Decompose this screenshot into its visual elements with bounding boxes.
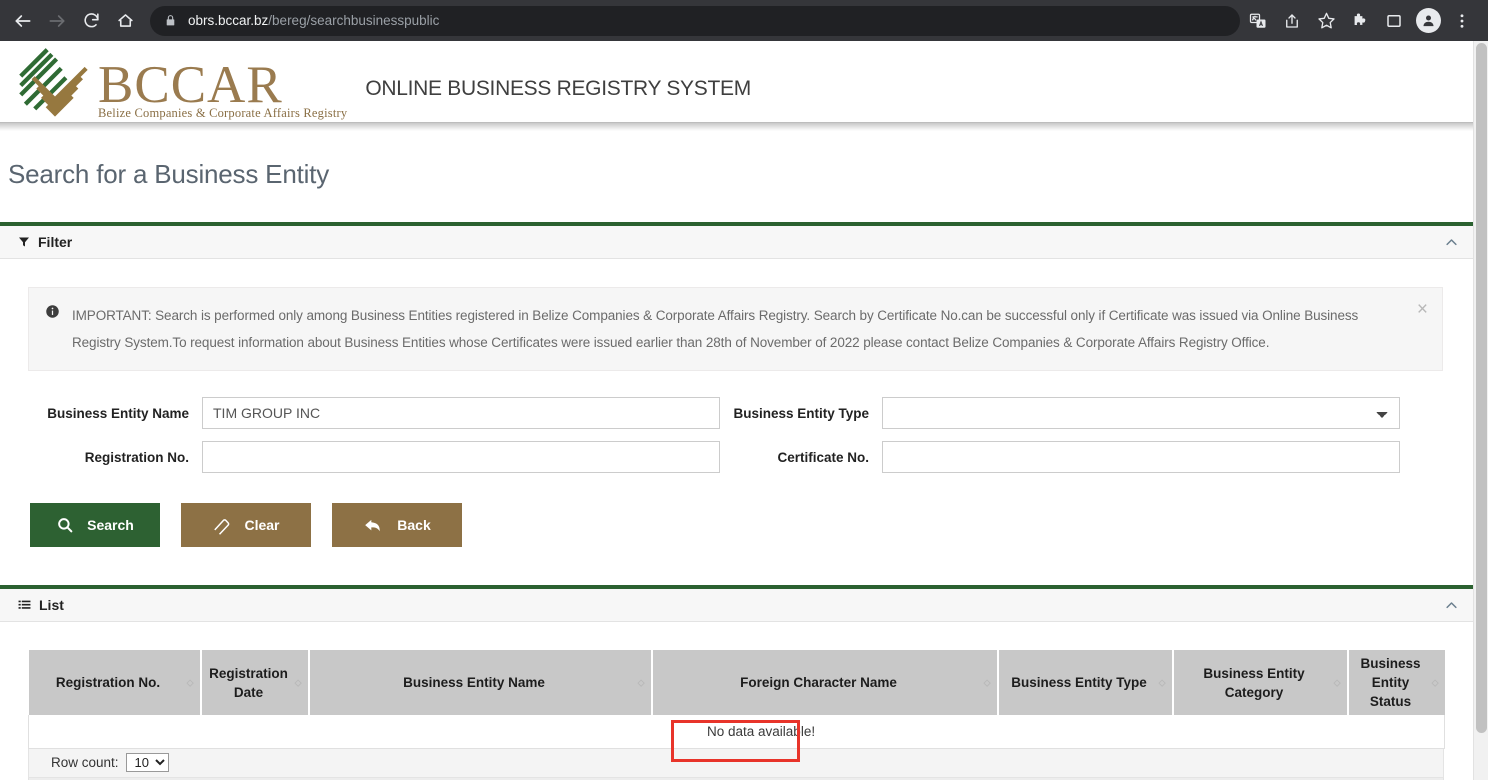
business-entity-type-select[interactable] bbox=[882, 397, 1400, 429]
search-form: Business Entity Name Business Entity Typ… bbox=[0, 371, 1473, 473]
search-button-label: Search bbox=[87, 517, 134, 533]
chevron-up-icon[interactable] bbox=[1444, 235, 1459, 250]
sort-indicator-icon: ◇ bbox=[637, 677, 645, 687]
translate-icon[interactable] bbox=[1242, 5, 1274, 37]
column-label: Business Entity Type bbox=[1011, 675, 1147, 690]
column-header-business-entity-name[interactable]: Business Entity Name ◇ bbox=[308, 650, 653, 715]
registration-no-label: Registration No. bbox=[84, 449, 189, 465]
filter-panel-body: IMPORTANT: Search is performed only amon… bbox=[0, 287, 1473, 585]
star-icon[interactable] bbox=[1310, 5, 1342, 37]
scrollbar-thumb[interactable] bbox=[1476, 43, 1487, 733]
three-dot-menu-icon[interactable] bbox=[1446, 5, 1478, 37]
puzzle-icon[interactable] bbox=[1344, 5, 1376, 37]
column-label: Business Entity Status bbox=[1360, 656, 1421, 709]
system-title: ONLINE BUSINESS REGISTRY SYSTEM bbox=[365, 77, 751, 100]
column-header-registration-no[interactable]: Registration No. ◇ bbox=[28, 650, 202, 715]
certificate-no-input[interactable] bbox=[882, 441, 1400, 473]
column-label: Registration Date bbox=[209, 665, 288, 700]
info-circle-icon bbox=[45, 304, 60, 356]
form-bottom-spacer bbox=[0, 547, 1473, 585]
filter-panel-label: Filter bbox=[38, 234, 73, 250]
sort-indicator-icon: ◇ bbox=[1158, 677, 1166, 687]
clear-button[interactable]: Clear bbox=[181, 503, 311, 547]
bccar-logo-text: BCCAR Belize Companies & Corporate Affai… bbox=[98, 55, 348, 121]
row-count-label: Row count: bbox=[51, 755, 119, 770]
back-button-label: Back bbox=[397, 517, 431, 533]
page-viewport: BCCAR Belize Companies & Corporate Affai… bbox=[0, 41, 1488, 780]
forward-arrow-icon[interactable] bbox=[40, 4, 74, 38]
results-table-wrapper: Registration No. ◇ Registration Date ◇ Bus… bbox=[0, 622, 1473, 780]
column-header-foreign-character-name[interactable]: Foreign Character Name ◇ bbox=[651, 650, 999, 715]
back-button[interactable]: Back bbox=[332, 503, 462, 547]
list-lines-icon bbox=[18, 599, 31, 612]
results-table-empty-row: No data available! bbox=[28, 715, 1445, 749]
column-header-business-entity-status[interactable]: Business Entity Status ◇ bbox=[1347, 650, 1445, 715]
browser-toolbar: obrs.bccar.bz/bereg/searchbusinesspublic bbox=[0, 0, 1488, 41]
back-curved-arrow-icon bbox=[363, 515, 384, 536]
bccar-logo[interactable]: BCCAR Belize Companies & Corporate Affai… bbox=[16, 45, 348, 121]
home-icon[interactable] bbox=[108, 4, 142, 38]
list-panel-header[interactable]: List bbox=[0, 589, 1473, 622]
site-header: BCCAR Belize Companies & Corporate Affai… bbox=[0, 41, 1473, 122]
row-count-select[interactable]: 10 bbox=[125, 753, 169, 772]
share-icon[interactable] bbox=[1276, 5, 1308, 37]
registration-no-input[interactable] bbox=[202, 441, 720, 473]
sort-indicator-icon: ◇ bbox=[294, 677, 302, 687]
url-host: obrs.bccar.bz bbox=[188, 13, 269, 28]
page-vertical-scrollbar[interactable] bbox=[1473, 41, 1488, 780]
filter-funnel-icon bbox=[18, 236, 30, 248]
results-table-header-row: Registration No. ◇ Registration Date ◇ Bus… bbox=[28, 650, 1445, 715]
filter-panel-title-group: Filter bbox=[18, 234, 72, 250]
column-label: Registration No. bbox=[55, 675, 161, 690]
magnifier-icon bbox=[56, 516, 74, 534]
list-panel-label: List bbox=[39, 597, 64, 613]
chrome-action-icons bbox=[1242, 5, 1478, 37]
side-panel-icon[interactable] bbox=[1378, 5, 1410, 37]
sort-indicator-icon: ◇ bbox=[186, 677, 194, 687]
back-arrow-icon[interactable] bbox=[6, 4, 40, 38]
column-header-registration-date[interactable]: Registration Date ◇ bbox=[200, 650, 310, 715]
column-header-business-entity-type[interactable]: Business Entity Type ◇ bbox=[997, 650, 1174, 715]
clear-button-label: Clear bbox=[244, 517, 280, 533]
certificate-no-label: Certificate No. bbox=[777, 449, 869, 465]
list-panel-body: Registration No. ◇ Registration Date ◇ Bus… bbox=[0, 622, 1473, 780]
column-label: Foreign Character Name bbox=[740, 675, 897, 690]
list-panel: List Registration No. ◇ Registration Date… bbox=[0, 585, 1473, 780]
close-icon[interactable]: × bbox=[1417, 300, 1428, 319]
eraser-icon bbox=[212, 516, 231, 535]
form-actions: Search Clear Back bbox=[0, 473, 1473, 547]
column-label: Business Entity Name bbox=[403, 675, 545, 690]
column-header-business-entity-category[interactable]: Business Entity Category ◇ bbox=[1172, 650, 1349, 715]
important-notice: IMPORTANT: Search is performed only amon… bbox=[28, 287, 1443, 371]
sort-indicator-icon: ◇ bbox=[983, 677, 991, 687]
column-label: Business Entity Category bbox=[1203, 665, 1305, 700]
search-button[interactable]: Search bbox=[30, 503, 160, 547]
bccar-logo-mark bbox=[19, 47, 88, 117]
row-count-bar: Row count: 10 bbox=[28, 748, 1444, 778]
url-path: /bereg/searchbusinesspublic bbox=[268, 13, 440, 28]
url-text: obrs.bccar.bz/bereg/searchbusinesspublic bbox=[188, 13, 439, 28]
profile-avatar-icon[interactable] bbox=[1412, 5, 1444, 37]
sort-indicator-icon: ◇ bbox=[1431, 677, 1439, 687]
results-table: Registration No. ◇ Registration Date ◇ Bus… bbox=[28, 650, 1445, 749]
page-title: Search for a Business Entity bbox=[8, 159, 329, 189]
important-notice-text: IMPORTANT: Search is performed only amon… bbox=[72, 308, 1359, 350]
no-data-message: No data available! bbox=[28, 715, 1445, 749]
logo-wordmark: BCCAR bbox=[98, 55, 283, 114]
address-bar[interactable]: obrs.bccar.bz/bereg/searchbusinesspublic bbox=[150, 5, 1240, 36]
business-entity-name-input[interactable] bbox=[202, 397, 720, 429]
lock-icon bbox=[164, 14, 177, 27]
filter-panel-header[interactable]: Filter bbox=[0, 226, 1473, 259]
business-entity-type-label: Business Entity Type bbox=[733, 405, 869, 421]
list-panel-title-group: List bbox=[18, 597, 64, 613]
chevron-up-icon[interactable] bbox=[1444, 598, 1459, 613]
sort-indicator-icon: ◇ bbox=[1333, 677, 1341, 687]
business-entity-name-label: Business Entity Name bbox=[47, 405, 189, 421]
header-shadow-divider bbox=[0, 122, 1473, 131]
reload-icon[interactable] bbox=[74, 4, 108, 38]
filter-panel: Filter IMPORTANT: Search is performed on… bbox=[0, 222, 1473, 585]
logo-subtitle: Belize Companies & Corporate Affairs Reg… bbox=[98, 105, 348, 120]
avatar bbox=[1415, 8, 1441, 33]
